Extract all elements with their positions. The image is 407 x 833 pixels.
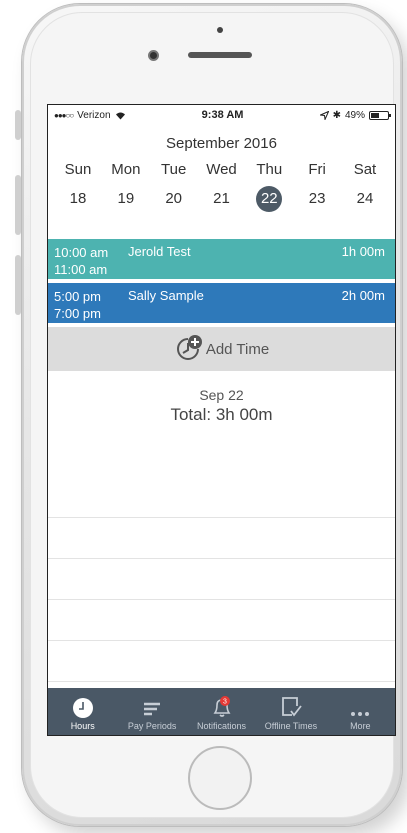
date-number: 24 [356,190,374,207]
empty-rows [48,477,395,682]
row-divider [48,600,395,641]
date-number: 20 [165,190,182,207]
entry-start: 10:00 am [54,245,109,260]
tab-label: Hours [70,721,95,731]
tab-pay-periods[interactable]: Pay Periods [117,693,186,731]
time-entry[interactable]: 10:00 am 11:00 am Jerold Test 1h 00m [48,239,395,283]
date-number: 22 [256,186,283,212]
day-summary: Sep 22 Total: 3h 00m [48,387,395,425]
tab-label: Offline Times [264,721,318,731]
clock-icon [72,698,93,718]
tab-offline-times[interactable]: Offline Times [256,693,325,731]
bluetooth-icon: ✱ [332,109,341,121]
mute-switch [15,110,21,140]
row-divider [48,518,395,559]
entry-end: 11:00 am [54,262,108,277]
more-dots-icon [351,712,370,716]
app-screen: ●●●○○ Verizon 9:38 AM ✱ 49% September 20… [47,104,396,736]
tab-label: More [350,721,371,731]
weekday-label: Wed [206,161,237,178]
notification-badge: 3 [223,699,227,706]
battery-icon [369,110,391,120]
entry-times: 10:00 am 11:00 am [54,244,108,278]
tab-more[interactable]: More [326,693,395,731]
weekday-label: Tue [161,161,187,178]
date-cell[interactable]: 19 [106,186,146,212]
status-time: 9:38 AM [201,109,244,121]
carrier-label: Verizon [77,109,111,121]
battery-fill [371,112,379,118]
time-entries: 10:00 am 11:00 am Jerold Test 1h 00m 5:0… [48,239,395,327]
weekday-label: Mon [111,161,141,178]
tab-bar: Hours Pay Periods 3 Notifications Offlin… [48,688,395,735]
date-cell[interactable]: 24 [345,186,385,212]
week-dates: 18 19 20 21 22 23 24 [48,185,395,213]
home-button[interactable] [188,746,252,810]
weekday-header: Sun Mon Tue Wed Thu Fri Sat [48,161,395,181]
row-divider [48,559,395,600]
date-cell[interactable]: 20 [154,186,194,212]
volume-up-button [15,175,21,235]
date-number: 23 [308,190,326,207]
battery-percent: 49% [344,109,365,121]
entry-duration: 2h 00m [341,288,385,303]
status-bar: ●●●○○ Verizon 9:38 AM ✱ 49% [48,105,395,125]
weekday-label: Sat [353,161,377,178]
tab-label: Notifications [197,721,247,731]
signal-dots-icon: ●●●○○ [54,110,74,120]
volume-down-button [15,255,21,315]
entry-start: 5:00 pm [54,289,101,304]
bell-icon: 3 [213,696,231,717]
weekday-label: Thu [256,161,283,178]
tab-notifications[interactable]: 3 Notifications [187,693,256,731]
date-number: 18 [69,190,87,207]
row-divider [48,477,395,518]
date-cell[interactable]: 23 [297,186,337,212]
tab-hours[interactable]: Hours [48,693,117,731]
front-camera [148,50,159,61]
entry-duration: 1h 00m [341,244,385,259]
entry-name: Sally Sample [128,288,204,303]
wifi-icon [115,112,125,119]
earpiece-speaker [188,52,252,58]
date-cell[interactable]: 18 [58,186,98,212]
proximity-sensor [217,27,223,33]
add-clock-icon [176,335,202,360]
offline-check-icon [282,697,302,717]
weekday-label: Fri [308,161,326,178]
row-divider [48,641,395,682]
summary-total: Total: 3h 00m [170,405,273,424]
date-cell[interactable]: 21 [201,186,241,212]
tab-label: Pay Periods [127,721,177,731]
date-cell-selected[interactable]: 22 [249,186,289,212]
date-number: 21 [213,190,230,207]
location-arrow-icon [319,110,329,120]
add-time-label: Add Time [205,340,270,358]
date-number: 19 [117,190,135,207]
time-entry[interactable]: 5:00 pm 7:00 pm Sally Sample 2h 00m [48,283,395,327]
add-time-button[interactable]: Add Time [48,327,395,371]
entry-name: Jerold Test [128,244,191,259]
month-title: September 2016 [166,135,277,152]
weekday-label: Sun [64,161,92,178]
entry-end: 7:00 pm [54,306,101,321]
lines-icon [144,702,161,716]
summary-date: Sep 22 [199,387,244,403]
entry-times: 5:00 pm 7:00 pm [54,288,101,322]
